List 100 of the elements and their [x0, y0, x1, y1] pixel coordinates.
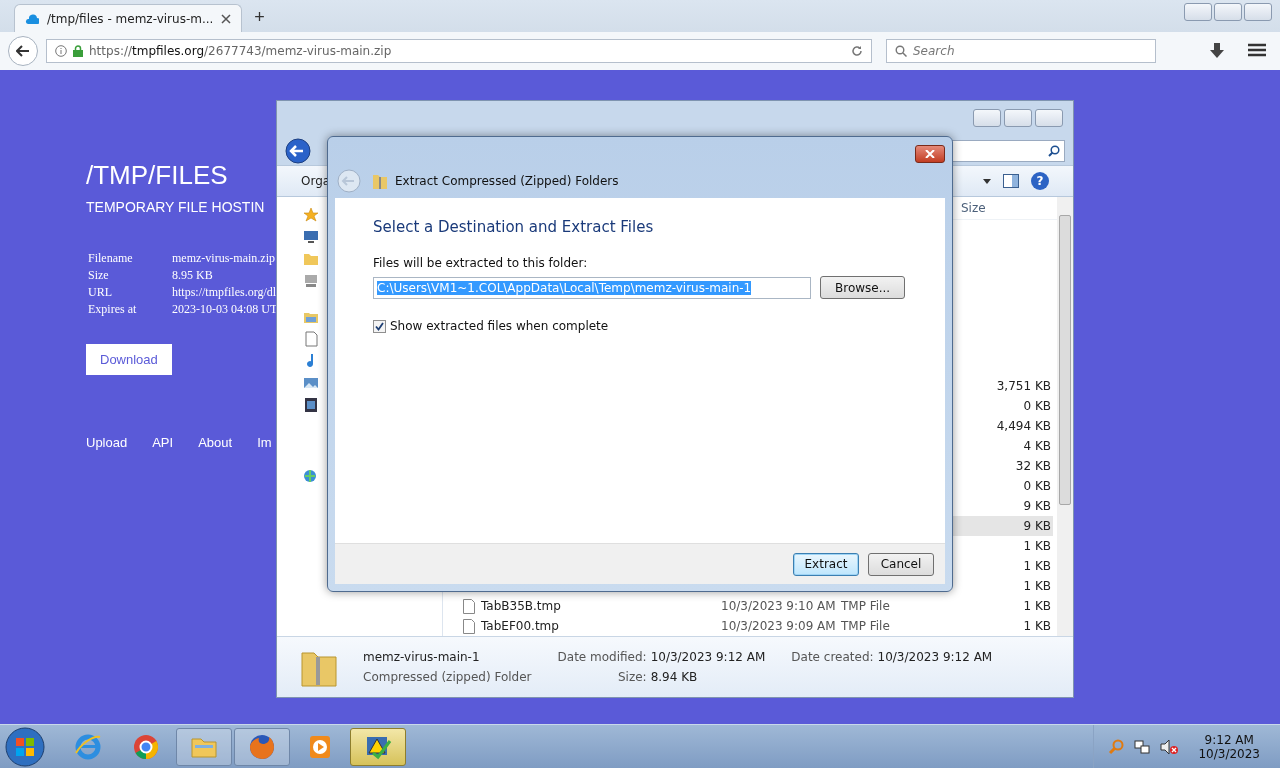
preview-pane-icon[interactable]	[1003, 174, 1019, 188]
footer-link[interactable]: Upload	[86, 435, 128, 450]
close-button[interactable]	[915, 145, 945, 163]
lock-icon	[73, 45, 83, 57]
file-row[interactable]: TabEF00.tmp 10/3/2023 9:09 AM TMP File 1 KB	[443, 616, 1053, 636]
url-text[interactable]: https://tmpfiles.org/2677743/memz-virus-main.zip	[89, 44, 845, 58]
minimize-button[interactable]	[973, 109, 1001, 127]
dialog-title: Extract Compressed (Zipped) Folders	[395, 173, 619, 188]
minimize-button[interactable]	[1184, 3, 1212, 21]
file-type: TMP File	[841, 599, 891, 613]
dialog-button[interactable]: Cancel	[868, 552, 934, 576]
file-name: TabEF00.tmp	[481, 619, 560, 633]
file-size: 1 KB	[1022, 619, 1052, 633]
browser-tab[interactable]: /tmp/files - memz-virus-m...	[14, 4, 243, 32]
network-icon[interactable]	[1134, 738, 1151, 755]
file-size: 1 KB	[1022, 599, 1052, 613]
reload-icon	[851, 45, 863, 57]
file-size: 3,751 KB	[995, 379, 1052, 393]
file-type: Compressed (zipped) Folder	[363, 670, 532, 684]
browser-e-icon	[74, 732, 102, 761]
search-icon	[895, 45, 907, 57]
detail-value: memz-virus-main.zip	[172, 251, 276, 266]
address-bar[interactable]: https://tmpfiles.org/2677743/memz-virus-main.zip	[46, 39, 872, 63]
new-tab-button[interactable]: +	[254, 7, 265, 28]
file-size: 0 KB	[1022, 479, 1052, 493]
network-icon	[303, 469, 319, 485]
file-size: 0 KB	[1022, 399, 1052, 413]
field-value: 10/3/2023 9:12 AM	[877, 650, 993, 664]
field-value: 8.94 KB	[650, 670, 699, 684]
file-size: 4,494 KB	[995, 419, 1052, 433]
checkbox-label: Show extracted files when complete	[390, 319, 609, 333]
download-icon[interactable]	[1210, 43, 1224, 59]
star-icon	[303, 207, 319, 223]
file-icon	[463, 598, 475, 614]
file-date: 10/3/2023 9:09 AM	[721, 619, 837, 633]
detail-value: https://tmpfiles.org/dl	[172, 285, 278, 300]
video-icon	[303, 397, 319, 413]
folder-icon	[303, 251, 319, 267]
detail-label: URL	[88, 285, 113, 300]
taskbar-button[interactable]	[350, 727, 406, 766]
document-icon	[303, 331, 319, 347]
search-icon	[1048, 145, 1060, 157]
detail-label: Size	[88, 268, 110, 283]
taskbar-button[interactable]	[176, 727, 232, 766]
detail-value: 8.95 KB	[172, 268, 214, 283]
maximize-button[interactable]	[1004, 109, 1032, 127]
scrollbar[interactable]	[1057, 197, 1073, 636]
footer-link[interactable]: About	[198, 435, 233, 450]
menu-icon[interactable]	[1248, 43, 1266, 57]
field-label: Date modified:	[557, 650, 647, 664]
file-type: TMP File	[841, 619, 891, 633]
start-button[interactable]	[4, 725, 46, 768]
site-subtitle: TEMPORARY FILE HOSTIN	[86, 199, 266, 215]
clock[interactable]: 9:12 AM 10/3/2023	[1198, 732, 1260, 761]
scrollbar-thumb[interactable]	[1059, 215, 1071, 505]
detail-label: Expires at	[88, 302, 138, 317]
computer-icon	[303, 273, 319, 289]
file-row[interactable]: TabB35B.tmp 10/3/2023 9:10 AM TMP File 1 KB	[443, 596, 1053, 616]
zip-folder-icon	[373, 172, 387, 189]
detail-value: 2023-10-03 04:08 UT	[172, 302, 279, 317]
search-field[interactable]: Search	[886, 39, 1156, 63]
file-name: memz-virus-main-1	[363, 650, 480, 664]
file-size: 1 KB	[1022, 539, 1052, 553]
file-name: TabB35B.tmp	[481, 599, 562, 613]
column-header[interactable]: Size	[961, 201, 986, 215]
check-icon	[375, 321, 384, 331]
download-button[interactable]: Download	[86, 344, 172, 375]
file-date: 10/3/2023 9:10 AM	[721, 599, 837, 613]
checkbox[interactable]	[373, 319, 386, 333]
file-size: 9 KB	[1022, 519, 1052, 533]
caret-icon[interactable]	[983, 178, 991, 184]
fox-globe-icon	[248, 732, 276, 761]
cloud-icon	[25, 12, 39, 25]
footer-link[interactable]: Im	[257, 435, 272, 450]
dialog-heading: Select a Destination and Extract Files	[373, 218, 655, 236]
back-arrow-icon	[16, 45, 30, 57]
file-size: 4 KB	[1022, 439, 1052, 453]
file-size: 32 KB	[1014, 459, 1052, 473]
browse-button[interactable]: Browse...	[820, 276, 906, 299]
close-icon	[925, 150, 935, 158]
back-button[interactable]	[8, 36, 38, 66]
file-size: 1 KB	[1022, 579, 1052, 593]
restore-button[interactable]	[1214, 3, 1242, 21]
close-icon	[221, 13, 232, 24]
info-icon	[55, 45, 67, 57]
footer-link[interactable]: API	[152, 435, 174, 450]
site-title: /TMP/FILES	[86, 160, 229, 191]
picture-icon	[303, 375, 319, 391]
back-button[interactable]	[285, 138, 311, 164]
field-value: 10/3/2023 9:12 AM	[650, 650, 766, 664]
field-label: Date created:	[791, 650, 874, 664]
help-button[interactable]: ?	[1031, 172, 1049, 190]
field-label: Files will be extracted to this folder:	[373, 256, 589, 270]
taskbar-button[interactable]	[234, 727, 290, 766]
speaker-muted-icon[interactable]	[1160, 738, 1179, 755]
browser-circle-icon	[132, 732, 160, 761]
file-size: 9 KB	[1022, 499, 1052, 513]
dialog-button[interactable]: Extract	[793, 552, 859, 576]
detail-label: Filename	[88, 251, 134, 266]
field-label: Size:	[616, 670, 647, 684]
